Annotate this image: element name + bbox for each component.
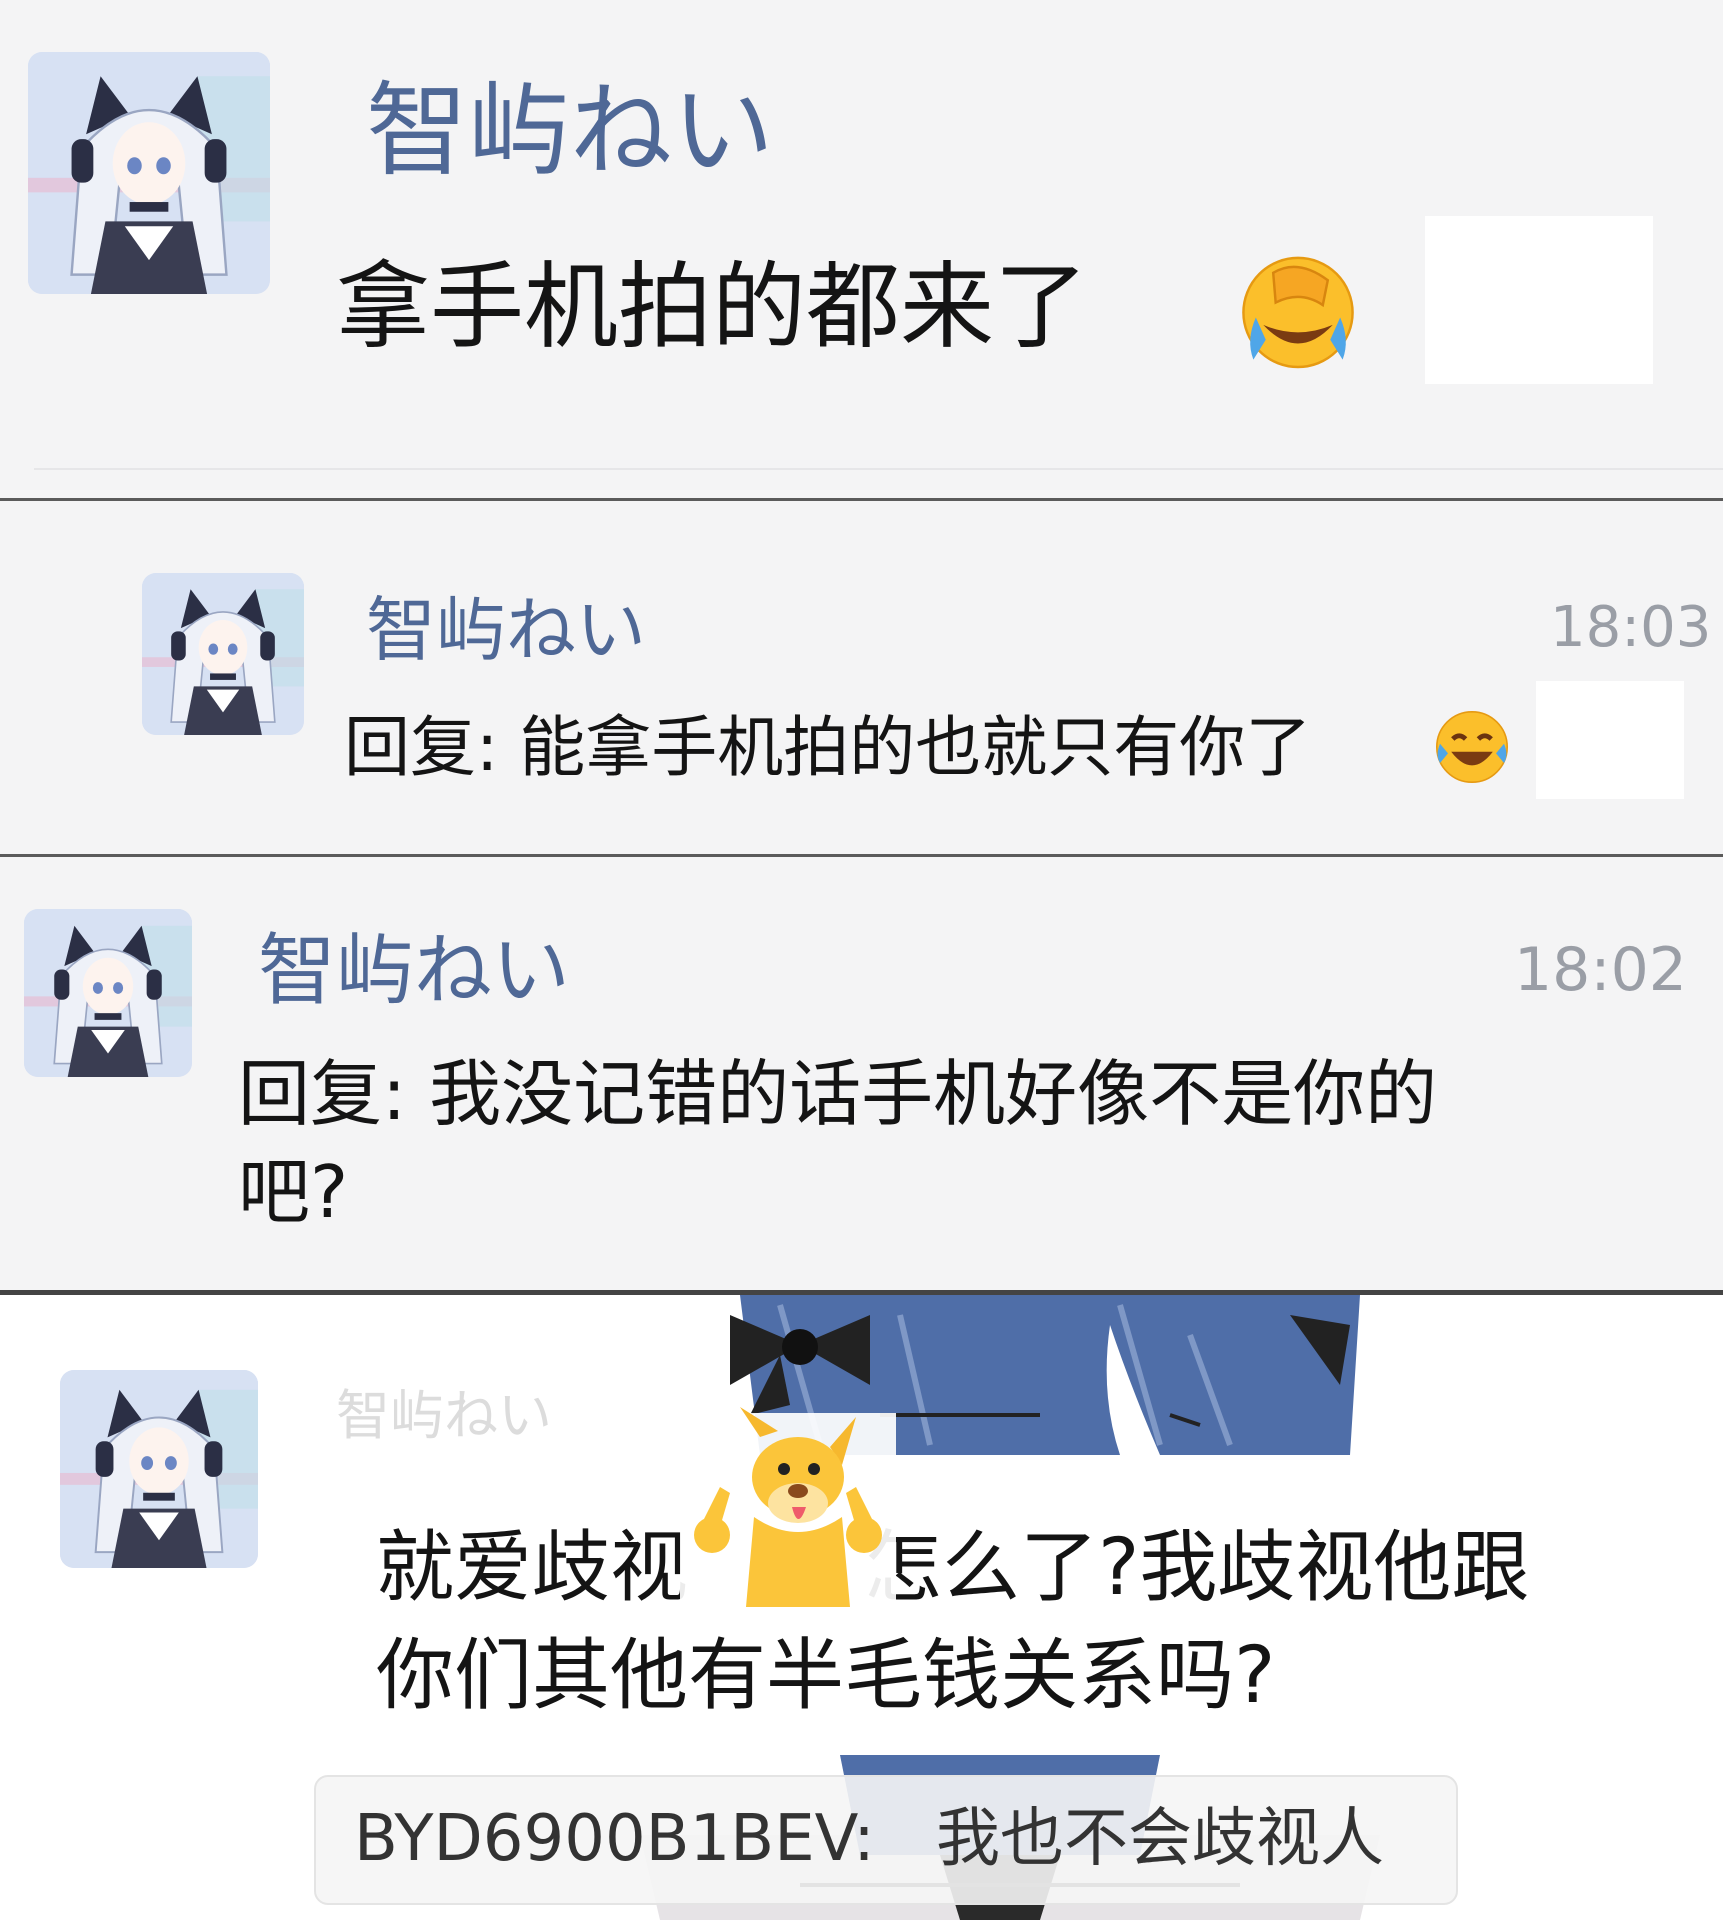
tears-of-joy-emoji-icon [1432, 707, 1512, 787]
avatar[interactable] [60, 1370, 258, 1568]
post-1: 智屿ねい 拿手机拍的都来了 [0, 0, 1723, 498]
avatar-icon [142, 573, 304, 735]
avatar-icon [28, 52, 270, 294]
username-faded[interactable]: 智屿ねい [336, 1383, 552, 1449]
post-3: 智屿ねい 18:02 回复: 我没记错的话手机好像不是你的 吧? [0, 857, 1723, 1290]
danmaku-user[interactable]: BYD6900B1BEV: [354, 1793, 875, 1885]
message-text: 拿手机拍的都来了 [336, 253, 1089, 362]
avatar[interactable] [142, 573, 304, 735]
message-text-line1a: 就爱歧视 [376, 1523, 689, 1613]
facepalm-laugh-emoji-icon [1236, 248, 1360, 372]
avatar-icon [60, 1370, 258, 1568]
avatar-icon [24, 909, 192, 1077]
reply-text-line1: 回复: 我没记错的话手机好像不是你的 [238, 1052, 1438, 1136]
danmaku-text: 我也不会歧视人 [936, 1802, 1384, 1876]
blank-box [1536, 681, 1684, 799]
message-text-line1b: 怎么了?我歧视他跟 [864, 1523, 1530, 1613]
username[interactable]: 智屿ねい [366, 589, 646, 671]
danmaku-bar: BYD6900B1BEV: 我也不会歧视人 [314, 1775, 1458, 1905]
username[interactable]: 智屿ねい [258, 925, 570, 1017]
avatar[interactable] [24, 909, 192, 1077]
username[interactable]: 智屿ねい [366, 72, 774, 192]
post-4-video: 智屿ねい 就爱歧视 怎么了?我歧视他跟 你们其他有半毛钱关系吗? BYD6900… [0, 1295, 1723, 1920]
avatar[interactable] [28, 52, 270, 294]
blank-box [1425, 216, 1653, 384]
timestamp: 18:03 [1550, 595, 1712, 660]
timestamp: 18:02 [1514, 935, 1687, 1005]
dog-sticker-icon [680, 1407, 896, 1625]
reply-text-line2: 吧? [238, 1150, 349, 1234]
reply-text: 回复: 能拿手机拍的也就只有你了 [344, 709, 1312, 786]
message-text-line2: 你们其他有半毛钱关系吗? [376, 1631, 1276, 1721]
post-2: 智屿ねい 18:03 回复: 能拿手机拍的也就只有你了 [0, 501, 1723, 854]
